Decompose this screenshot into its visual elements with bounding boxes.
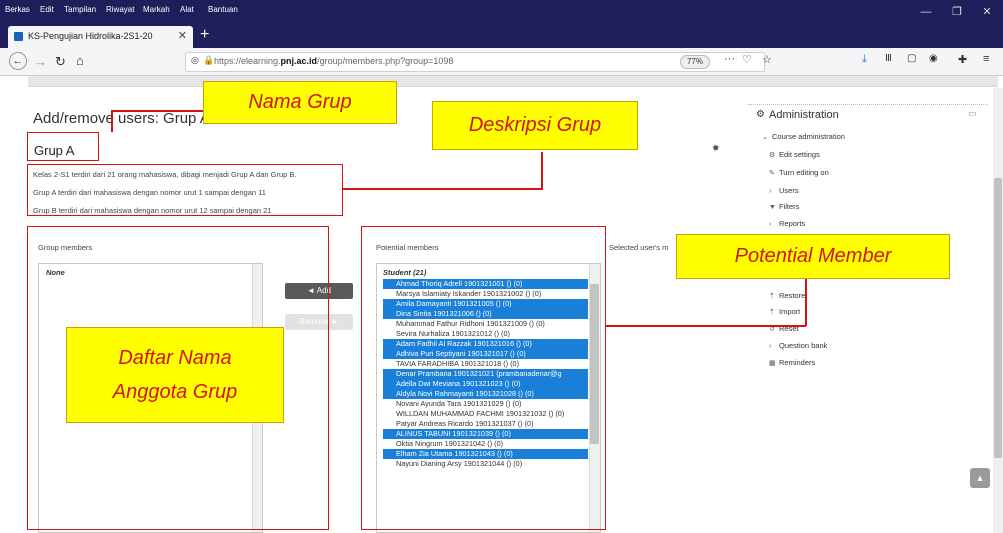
maximize-icon[interactable]: ❐: [943, 3, 971, 21]
minimize-icon[interactable]: —: [912, 3, 940, 21]
url-text: https://elearning.pnj.ac.id/group/member…: [214, 56, 454, 66]
collapse-block-icon[interactable]: ▭: [968, 108, 977, 119]
administration-title: Administration: [769, 109, 839, 121]
annotation-box-potential-members: [361, 226, 606, 530]
menu-edit[interactable]: Edit: [40, 5, 54, 14]
menu-tampilan[interactable]: Tampilan: [64, 5, 96, 14]
callout-line: Anggota Grup: [112, 381, 238, 403]
annotation-line: [541, 152, 543, 189]
back-icon[interactable]: ←: [9, 52, 27, 70]
bookmark-star-icon[interactable]: ☆: [762, 53, 772, 66]
forward-icon[interactable]: →: [34, 54, 47, 69]
page-scrollbar[interactable]: [993, 88, 1003, 533]
sidebar-item-question-bank[interactable]: › Question bank: [769, 341, 827, 350]
breadcrumb: [28, 76, 998, 87]
upload-icon: ⇡: [769, 309, 775, 316]
menu-bantuan[interactable]: Bantuan: [208, 5, 238, 14]
zoom-level[interactable]: 77%: [680, 55, 710, 69]
library-icon[interactable]: Ⅲ: [885, 53, 892, 64]
annotation-box-group-name: [27, 132, 99, 161]
menu-berkas[interactable]: Berkas: [5, 5, 30, 14]
scroll-up-button[interactable]: ▲: [970, 468, 990, 488]
callout-potential-member: Potential Member: [676, 234, 950, 279]
calendar-icon: ▦: [769, 360, 776, 367]
page-title: Add/remove users: Grup A: [33, 110, 210, 127]
sidebar-item-filters[interactable]: ▼ Filters: [769, 202, 799, 211]
menu-alat[interactable]: Alat: [180, 5, 194, 14]
callout-line: Daftar Nama: [118, 347, 232, 369]
new-tab-icon[interactable]: +: [200, 26, 209, 44]
filter-icon: ▼: [769, 204, 776, 211]
callout-nama-grup: Nama Grup: [203, 81, 397, 124]
sidebar-item-edit-settings[interactable]: ⚙ Edit settings: [769, 150, 820, 159]
hamburger-menu-icon[interactable]: ≡: [983, 53, 989, 65]
sidebar-item-import[interactable]: ⇡ Import: [769, 307, 800, 316]
sidebar-item-reminders[interactable]: ▦ Reminders: [769, 358, 815, 367]
pocket-icon[interactable]: ♡: [742, 53, 752, 66]
scrollbar-thumb[interactable]: [994, 178, 1002, 458]
chevron-right-icon: ›: [769, 188, 772, 195]
moodle-favicon-icon: [14, 32, 23, 41]
home-icon[interactable]: ⌂: [76, 53, 84, 68]
upload-icon: ⇡: [769, 293, 775, 300]
annotation-line: [111, 110, 113, 132]
menu-markah[interactable]: Markah: [143, 5, 170, 14]
tab-title: KS-Pengujian Hidrolika-2S1-20: [28, 31, 153, 41]
callout-deskripsi-grup: Deskripsi Grup: [432, 101, 638, 150]
sidebar-item-turn-editing-on[interactable]: ✎ Turn editing on: [769, 168, 829, 177]
gears-icon: ⚙: [756, 109, 765, 120]
browser-tab[interactable]: KS-Pengujian Hidrolika-2S1-20 ✕: [8, 26, 193, 48]
sidebar-toggle-icon[interactable]: ▢: [907, 53, 916, 64]
chevron-right-icon: ›: [769, 221, 772, 228]
extension-icon[interactable]: ✚: [958, 53, 967, 66]
sidebar-item-restore[interactable]: ⇡ Restore: [769, 291, 805, 300]
close-window-icon[interactable]: ✕: [973, 3, 1001, 21]
annotation-box-description: [27, 164, 343, 216]
annotation-line: [805, 278, 807, 326]
sidebar-item-users[interactable]: › Users: [769, 186, 799, 195]
close-tab-icon[interactable]: ✕: [178, 29, 187, 42]
pencil-icon: ✎: [769, 170, 775, 177]
account-icon[interactable]: ◉: [929, 53, 938, 64]
annotation-line: [606, 325, 806, 327]
tracking-shield-icon[interactable]: ◎: [191, 55, 199, 66]
menu-riwayat[interactable]: Riwayat: [106, 5, 134, 14]
gear-icon: ⚙: [769, 152, 776, 159]
annotation-line: [111, 110, 203, 112]
sidebar-item-reports[interactable]: › Reports: [769, 219, 805, 228]
reload-icon[interactable]: ↻: [55, 54, 66, 70]
selected-user-label: Selected user's m: [609, 243, 669, 252]
sidebar-item-course-administration[interactable]: ⌄ Course administration: [762, 132, 845, 141]
download-icon[interactable]: ⤓: [862, 53, 867, 66]
lock-icon: 🔒: [203, 55, 215, 65]
chevron-down-icon: ⌄: [762, 134, 768, 141]
callout-daftar-nama: Daftar Nama Anggota Grup: [66, 327, 284, 423]
page-actions-icon[interactable]: ···: [724, 53, 735, 65]
annotation-line: [343, 188, 543, 190]
gear-icon[interactable]: ✹: [712, 143, 720, 154]
chevron-right-icon: ›: [769, 343, 772, 350]
